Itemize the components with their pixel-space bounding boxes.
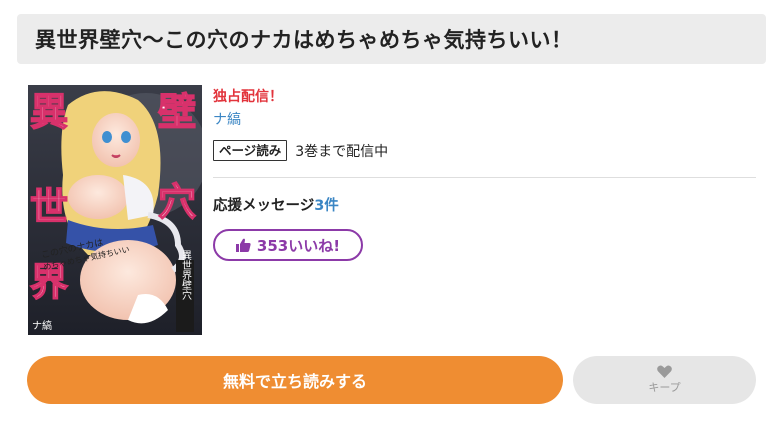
title-bar: 異世界壁穴〜この穴のナカはめちゃめちゃ気持ちいい！ [17,14,766,64]
free-preview-button[interactable]: 無料で立ち読みする [27,356,563,404]
support-messages[interactable]: 応援メッセージ3件 [213,194,339,215]
cover-illustration: 異 世 界 壁 穴 この穴のナカは めちゃめちゃ気持ちいい 異世界壁穴 ナ縞 [28,85,202,335]
free-preview-label: 無料で立ち読みする [222,372,367,391]
keep-button[interactable]: キープ [573,356,756,404]
reader-type-badge: ページ読み [213,140,288,161]
cover-title-char-5: 穴 [158,180,196,224]
author-link[interactable]: ナ縞 [213,109,241,129]
cover-title-char-2: 世 [30,185,68,229]
thumbs-up-icon [235,238,251,252]
like-button[interactable]: 353いいね! [213,229,363,261]
divider [213,177,756,178]
support-label: 応援メッセージ [213,198,315,214]
heart-icon [657,365,672,378]
volumes-text: 3巻まで配信中 [295,143,389,160]
cover-title-char-4: 壁 [158,90,196,134]
reader-row: ページ読み 3巻まで配信中 [213,140,388,161]
cover-image[interactable]: 異 世 界 壁 穴 この穴のナカは めちゃめちゃ気持ちいい 異世界壁穴 ナ縞 [28,85,202,335]
keep-label: キープ [648,381,681,394]
cover-spine-text: 異世界壁穴 [180,250,192,301]
support-count[interactable]: 3件 [314,198,339,214]
page-title: 異世界壁穴〜この穴のナカはめちゃめちゃ気持ちいい！ [35,28,573,52]
likes-label: 353いいね! [256,236,341,255]
cover-author-mark: ナ縞 [32,319,52,332]
cover-title-char-1: 異 [30,90,68,134]
exclusive-label: 独占配信！ [213,89,283,105]
